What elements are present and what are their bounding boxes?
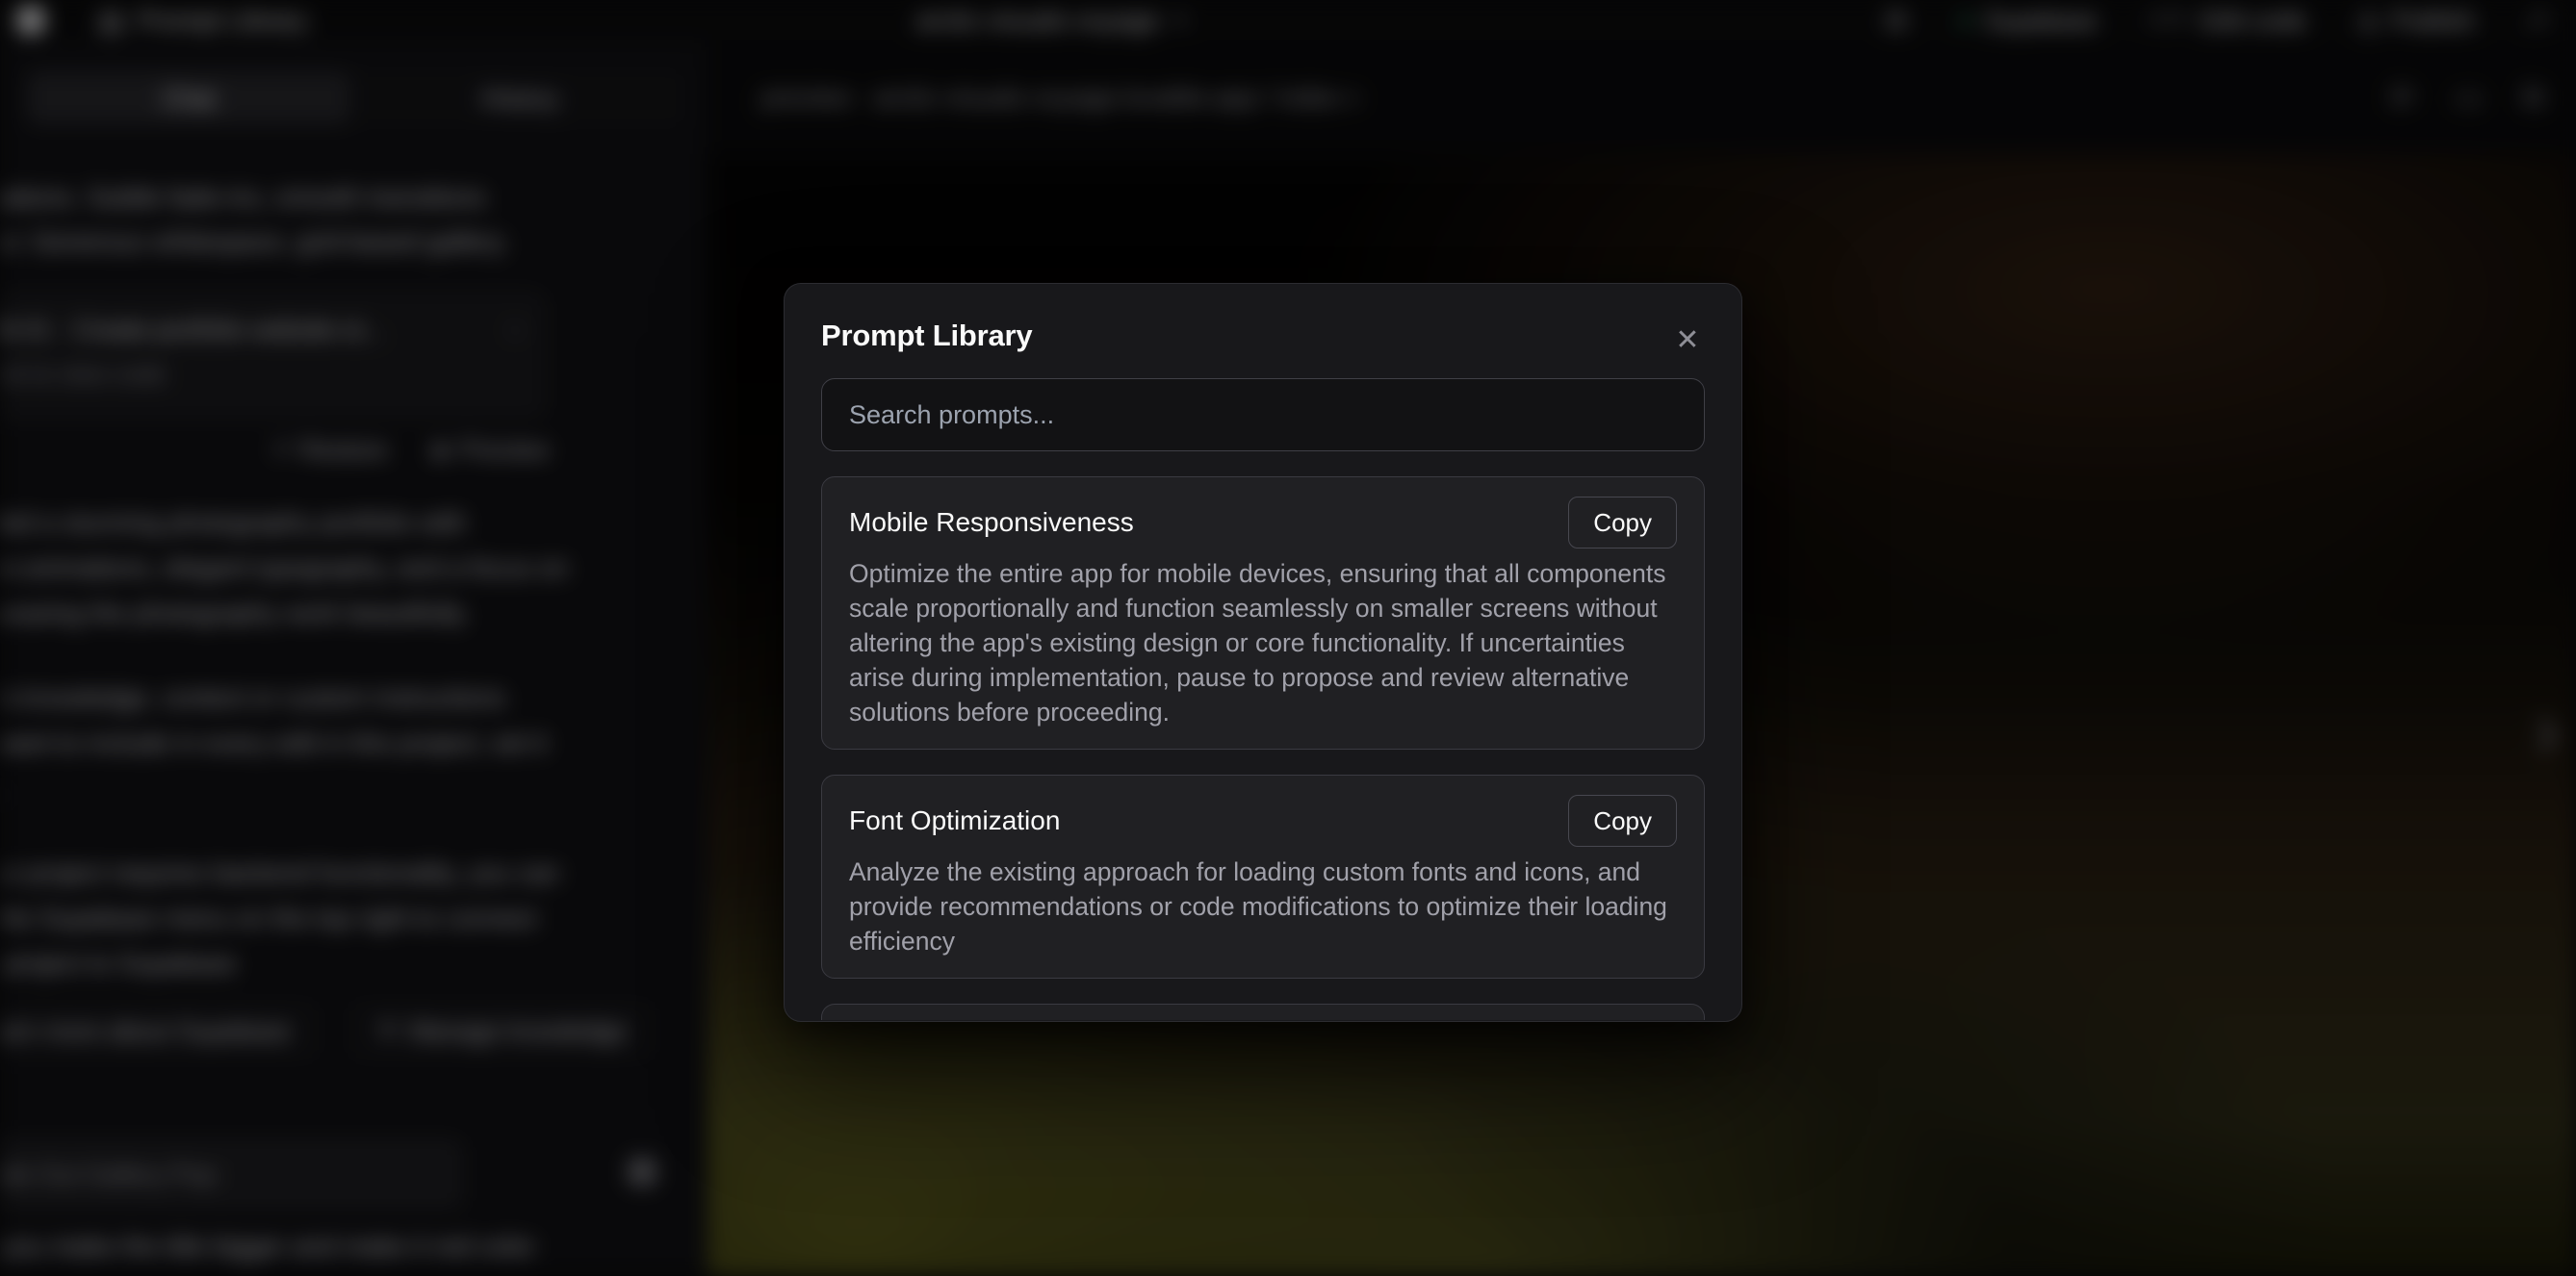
prompt-title: Mobile Responsiveness xyxy=(849,507,1134,538)
prompt-library-modal: Prompt Library ✕ Mobile Responsiveness C… xyxy=(784,283,1742,1022)
prompt-description: Optimize the entire app for mobile devic… xyxy=(849,556,1677,729)
prompt-card-mobile-responsiveness: Mobile Responsiveness Copy Optimize the … xyxy=(821,476,1705,750)
copy-button[interactable]: Copy xyxy=(1568,497,1677,549)
prompt-title: Font Optimization xyxy=(849,805,1060,836)
copy-button[interactable]: Copy xyxy=(1568,795,1677,847)
app-window: ▤ Prompt Library arctic-visuals-voyage ▾… xyxy=(0,0,2576,1276)
close-icon[interactable]: ✕ xyxy=(1666,319,1709,361)
prompt-card-partial xyxy=(821,1004,1705,1020)
prompt-description: Analyze the existing approach for loadin… xyxy=(849,855,1677,958)
prompt-list: Mobile Responsiveness Copy Optimize the … xyxy=(821,476,1705,1020)
search-input[interactable] xyxy=(821,378,1705,451)
prompt-card-font-optimization: Font Optimization Copy Analyze the exist… xyxy=(821,775,1705,979)
modal-title: Prompt Library xyxy=(821,319,1705,353)
